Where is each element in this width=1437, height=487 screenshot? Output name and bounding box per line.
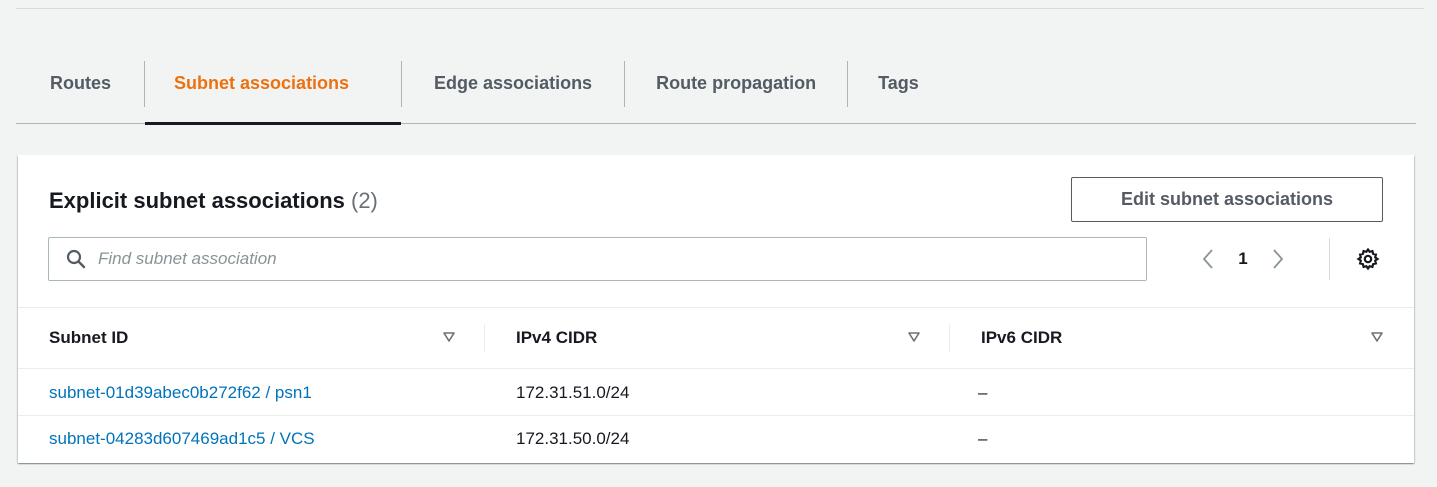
pagination-divider (1329, 238, 1330, 280)
tab-routes[interactable]: Routes (16, 44, 144, 124)
previous-page-button[interactable] (1193, 243, 1223, 275)
tab-route-propagation[interactable]: Route propagation (625, 44, 847, 124)
top-divider (16, 8, 1424, 9)
panel-title: Explicit subnet associations (2) (49, 188, 378, 214)
table-header: Subnet ID IPv4 CIDR IPv6 CIDR (18, 307, 1414, 369)
column-header-subnet-id[interactable]: Subnet ID (18, 307, 485, 369)
tab-label: Route propagation (656, 73, 817, 93)
subnet-id-cell: subnet-04283d607469ad1c5 / VCS (18, 416, 485, 461)
gear-icon[interactable] (1356, 247, 1380, 271)
subnet-link[interactable]: subnet-01d39abec0b272f62 / psn1 (49, 383, 312, 403)
tab-subnet-associations[interactable]: Subnet associations (145, 44, 402, 125)
next-page-button[interactable] (1263, 243, 1293, 275)
column-header-ipv6-cidr[interactable]: IPv6 CIDR (950, 307, 1414, 369)
panel-title-text: Explicit subnet associations (49, 188, 345, 213)
search-box[interactable] (48, 237, 1147, 281)
search-icon (66, 249, 86, 269)
page-number[interactable]: 1 (1223, 249, 1263, 269)
pagination: 1 (1193, 243, 1293, 275)
chevron-left-icon (1202, 249, 1213, 269)
edit-subnet-associations-button[interactable]: Edit subnet associations (1071, 177, 1383, 222)
sort-caret-icon[interactable] (1370, 330, 1384, 344)
sort-caret-icon[interactable] (907, 330, 921, 344)
chevron-right-icon (1273, 249, 1284, 269)
subnet-id-cell: subnet-01d39abec0b272f62 / psn1 (18, 371, 485, 416)
tab-bar: Routes Subnet associations Edge associat… (16, 44, 1416, 125)
ipv6-cidr-cell: – (978, 428, 988, 448)
tab-tags[interactable]: Tags (848, 44, 950, 124)
tab-label: Edge associations (434, 73, 593, 93)
column-header-label: IPv6 CIDR (981, 328, 1063, 347)
table-row: subnet-04283d607469ad1c5 / VCS 172.31.50… (18, 416, 1414, 461)
tab-label: Tags (878, 73, 919, 93)
column-header-label: Subnet ID (49, 328, 129, 347)
subnet-associations-panel: Explicit subnet associations (2) Edit su… (18, 155, 1414, 463)
ipv4-cidr-cell: 172.31.50.0/24 (516, 428, 630, 448)
column-header-label: IPv4 CIDR (516, 328, 598, 347)
ipv4-cidr-cell: 172.31.51.0/24 (516, 383, 630, 402)
column-header-ipv4-cidr[interactable]: IPv4 CIDR (485, 307, 950, 369)
table-row: subnet-01d39abec0b272f62 / psn1 172.31.5… (18, 371, 1414, 416)
sort-caret-icon[interactable] (442, 330, 456, 344)
ipv6-cidr-cell: – (978, 383, 988, 402)
panel-title-count: (2) (351, 188, 378, 213)
tab-edge-associations[interactable]: Edge associations (402, 44, 624, 124)
tab-label: Routes (50, 73, 112, 93)
tab-label: Subnet associations (174, 73, 350, 93)
subnet-link[interactable]: subnet-04283d607469ad1c5 / VCS (49, 429, 315, 449)
search-input[interactable] (98, 249, 1098, 269)
